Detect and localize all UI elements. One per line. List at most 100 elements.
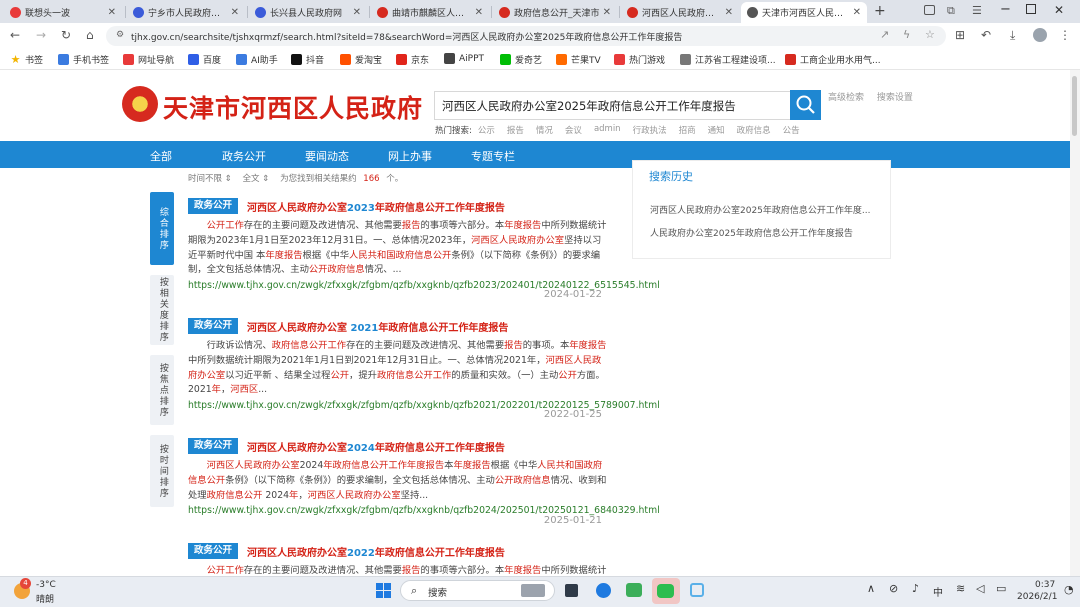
task-view-icon[interactable] <box>565 584 578 597</box>
nav-item-news[interactable]: 要闻动态 <box>305 148 349 164</box>
download-icon[interactable]: ⤓ <box>1010 29 1015 41</box>
battery-icon[interactable]: ▭ <box>996 582 1006 595</box>
hot-word-link[interactable]: 公告 <box>783 124 800 136</box>
hot-word-link[interactable]: 招商 <box>679 124 696 136</box>
minimize-icon[interactable]: − <box>1000 2 1011 17</box>
close-tab-icon[interactable]: ✕ <box>725 7 733 18</box>
bookmark-item[interactable]: 手机书签 <box>58 53 109 66</box>
sort-tab-comprehensive[interactable]: 综合排序 <box>150 192 174 265</box>
result-url[interactable]: https://www.tjhx.gov.cn/zwgk/zfxxgk/zfgb… <box>188 399 660 414</box>
nav-item-topics[interactable]: 专题专栏 <box>471 148 515 164</box>
more-icon[interactable]: ⋮ <box>1059 29 1071 41</box>
page-scrollbar[interactable] <box>1070 70 1080 576</box>
snipping-tool-icon[interactable] <box>690 583 704 597</box>
hot-word-link[interactable]: 通知 <box>708 124 725 136</box>
wechat-icon[interactable] <box>657 584 674 598</box>
bookmark-item[interactable]: AiPPT <box>444 53 484 64</box>
close-window-icon[interactable]: ✕ <box>1054 3 1064 17</box>
hot-word-link[interactable]: 政府信息 <box>737 124 771 136</box>
lightning-icon[interactable]: ϟ <box>903 28 910 41</box>
result-title-link[interactable]: 河西区人民政府办公室 2021年政府信息公开工作年度报告 <box>247 319 508 334</box>
hot-word-link[interactable]: 行政执法 <box>633 124 667 136</box>
menu-icon[interactable]: ☰ <box>972 4 982 17</box>
result-url[interactable]: https://www.tjhx.gov.cn/zwgk/zfxxgk/zfgb… <box>188 279 660 294</box>
bookmark-item[interactable]: AI助手 <box>236 53 278 66</box>
advanced-search-link[interactable]: 高级检索 <box>828 93 864 103</box>
new-tab-button[interactable]: + <box>874 3 886 19</box>
result-title-link[interactable]: 河西区人民政府办公室2024年政府信息公开工作年度报告 <box>247 439 505 454</box>
result-title-link[interactable]: 河西区人民政府办公室2023年政府信息公开工作年度报告 <box>247 199 505 214</box>
bookmark-item[interactable]: 抖音 <box>291 53 324 66</box>
bookmark-item[interactable]: 热门游戏 <box>614 53 665 66</box>
bookmark-item[interactable]: ★ 书签 <box>10 53 43 66</box>
scrollbar-thumb[interactable] <box>1072 76 1077 136</box>
home-icon[interactable]: ⌂ <box>86 29 94 41</box>
bookmark-item[interactable]: 芒果TV <box>556 53 601 66</box>
close-tab-icon[interactable]: ✕ <box>603 7 611 18</box>
sort-tab-relevance[interactable]: 按相关度排序 <box>150 275 174 345</box>
site-info-icon[interactable]: ⚙ <box>116 30 124 40</box>
scope-filter-dropdown[interactable]: 全文 ⇕ <box>243 174 270 184</box>
back-icon[interactable]: ← <box>10 29 20 41</box>
ime-indicator[interactable]: 中 <box>933 584 943 599</box>
hot-word-link[interactable]: 会议 <box>565 124 582 136</box>
hot-word-link[interactable]: 情况 <box>536 124 553 136</box>
bookmark-item[interactable]: 工商企业用水用气... <box>785 53 881 66</box>
search-button[interactable] <box>790 90 821 120</box>
sidebar-toggle-icon[interactable] <box>924 5 935 15</box>
wifi-icon[interactable]: ≋ <box>956 582 965 595</box>
sort-tab-time[interactable]: 按时间排序 <box>150 435 174 507</box>
volume-icon[interactable]: ◁ <box>976 582 984 595</box>
browser-tab[interactable]: 政府信息公开_天津市 ✕ <box>493 2 617 23</box>
puzzle-icon[interactable]: ⊞ <box>955 29 965 41</box>
undo-icon[interactable]: ↶ <box>981 29 991 41</box>
nav-item-gov-open[interactable]: 政务公开 <box>222 148 266 164</box>
search-settings-link[interactable]: 搜索设置 <box>877 93 913 103</box>
sort-tab-focus[interactable]: 按焦点排序 <box>150 355 174 425</box>
clock-date[interactable]: 2026/2/1 <box>1017 592 1057 602</box>
browser-tab[interactable]: 宁乡市人民政府办公室✕ <box>127 2 245 23</box>
clock-time[interactable]: 0:37 <box>1035 580 1055 590</box>
result-title-link[interactable]: 河西区人民政府办公室2022年政府信息公开工作年度报告 <box>247 544 505 559</box>
notification-bell-icon[interactable]: ◔ <box>1064 583 1074 596</box>
nav-item-all[interactable]: 全部 <box>150 148 172 164</box>
avatar[interactable] <box>1033 28 1047 42</box>
site-search-input[interactable]: 河西区人民政府办公室2025年政府信息公开工作年度报告 <box>434 91 790 120</box>
close-tab-icon[interactable]: ✕ <box>353 7 361 18</box>
browser-tab[interactable]: 联想头一波 ✕ <box>4 2 122 23</box>
history-item[interactable]: 人民政府办公室2025年政府信息公开工作年度报告 <box>650 226 875 239</box>
bookmark-item[interactable]: 爱奇艺 <box>500 53 542 66</box>
start-windows-icon[interactable] <box>376 583 391 598</box>
close-tab-icon[interactable]: ✕ <box>108 7 116 18</box>
screen-app-icon[interactable] <box>626 583 642 597</box>
tray-mute-icon[interactable]: ⊘ <box>889 582 898 595</box>
address-bar[interactable]: ⚙ tjhx.gov.cn/searchsite/tjshxqrmzf/sear… <box>106 26 946 46</box>
extensions-icon[interactable]: ⧉ <box>947 4 955 18</box>
taskbar-search-box[interactable]: ⌕ 搜索 <box>400 580 555 601</box>
nav-item-services[interactable]: 网上办事 <box>388 148 432 164</box>
share-icon[interactable]: ↗ <box>880 28 889 41</box>
forward-icon[interactable]: → <box>36 29 46 41</box>
reload-icon[interactable]: ↻ <box>61 29 71 41</box>
tray-chevron-icon[interactable]: ∧ <box>867 582 875 595</box>
microphone-icon[interactable]: ♪ <box>912 582 919 595</box>
bookmark-item[interactable]: 网址导航 <box>123 53 174 66</box>
browser-tab[interactable]: 曲靖市麒麟区人民政府✕ <box>371 2 489 23</box>
close-tab-icon[interactable]: ✕ <box>475 7 483 18</box>
browser-tab-active[interactable]: 天津市河西区人民政府 ✕ <box>741 2 867 23</box>
bookmark-item[interactable]: 京东 <box>396 53 429 66</box>
hot-word-link[interactable]: 报告 <box>507 124 524 136</box>
time-filter-dropdown[interactable]: 时间不限 ⇕ <box>188 174 232 184</box>
bookmark-item[interactable]: 江苏省工程建设项... <box>680 53 776 66</box>
bookmark-item[interactable]: 百度 <box>188 53 221 66</box>
history-item[interactable]: 河西区人民政府办公室2025年政府信息公开工作年度... <box>650 203 875 216</box>
result-url[interactable]: https://www.tjhx.gov.cn/zwgk/zfxxgk/zfgb… <box>188 504 660 519</box>
close-tab-icon[interactable]: ✕ <box>231 7 239 18</box>
browser-tab[interactable]: 长兴县人民政府网 ✕ <box>249 2 367 23</box>
bookmark-star-icon[interactable]: ☆ <box>925 28 935 41</box>
maximize-icon[interactable] <box>1026 4 1036 14</box>
edge-browser-icon[interactable] <box>596 583 611 598</box>
browser-tab[interactable]: 河西区人民政府办公室✕ <box>621 2 739 23</box>
hot-word-link[interactable]: admin <box>594 124 621 136</box>
bookmark-item[interactable]: 爱淘宝 <box>340 53 382 66</box>
